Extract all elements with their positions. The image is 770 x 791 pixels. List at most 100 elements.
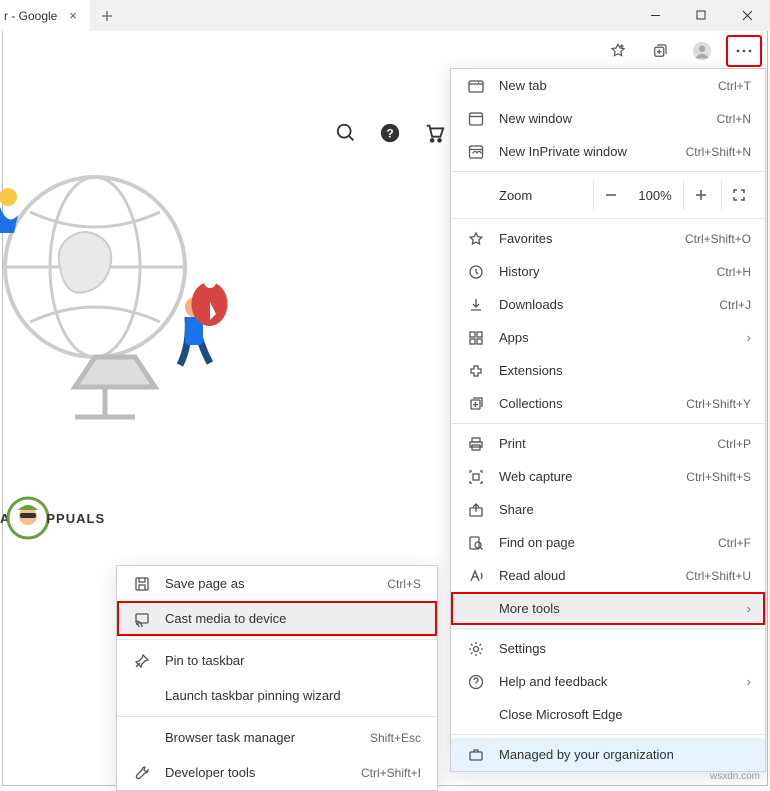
help-menu-icon <box>467 673 485 691</box>
menu-label: Share <box>499 502 751 517</box>
menu-managed-by-org[interactable]: Managed by your organization <box>451 738 765 771</box>
profile-icon[interactable] <box>684 35 720 67</box>
menu-label: Web capture <box>499 469 672 484</box>
cast-icon <box>133 610 151 628</box>
menu-label: History <box>499 264 703 279</box>
maximize-button[interactable] <box>678 0 724 31</box>
close-tab-icon[interactable]: × <box>66 9 80 23</box>
cart-icon[interactable] <box>423 122 445 144</box>
zoom-in-button[interactable] <box>683 180 717 210</box>
search-icon[interactable] <box>335 122 357 144</box>
submenu-pin-taskbar[interactable]: Pin to taskbar <box>117 643 437 678</box>
menu-collections[interactable]: Collections Ctrl+Shift+Y <box>451 387 765 420</box>
menu-label: New InPrivate window <box>499 144 672 159</box>
submenu-task-manager[interactable]: Browser task manager Shift+Esc <box>117 720 437 755</box>
menu-label: Find on page <box>499 535 704 550</box>
pin-icon <box>133 652 151 670</box>
favorites-icon[interactable] <box>600 35 636 67</box>
menu-downloads[interactable]: Downloads Ctrl+J <box>451 288 765 321</box>
submenu-developer-tools[interactable]: Developer tools Ctrl+Shift+I <box>117 755 437 790</box>
print-icon <box>467 435 485 453</box>
menu-web-capture[interactable]: Web capture Ctrl+Shift+S <box>451 460 765 493</box>
menu-shortcut: Ctrl+J <box>719 298 751 312</box>
menu-help[interactable]: Help and feedback › <box>451 665 765 698</box>
submenu-save-page[interactable]: Save page as Ctrl+S <box>117 566 437 601</box>
menu-shortcut: Ctrl+Shift+Y <box>686 397 751 411</box>
fullscreen-button[interactable] <box>721 180 755 210</box>
source-watermark: wsxdn.com <box>710 771 760 782</box>
submenu-label: Save page as <box>165 576 373 591</box>
menu-label: Favorites <box>499 231 671 246</box>
menu-find[interactable]: Find on page Ctrl+F <box>451 526 765 559</box>
menu-settings[interactable]: Settings <box>451 632 765 665</box>
close-window-button[interactable] <box>724 0 770 31</box>
menu-label: Downloads <box>499 297 705 312</box>
menu-print[interactable]: Print Ctrl+P <box>451 427 765 460</box>
menu-read-aloud[interactable]: Read aloud Ctrl+Shift+U <box>451 559 765 592</box>
menu-apps[interactable]: Apps › <box>451 321 765 354</box>
menu-new-tab[interactable]: New tab Ctrl+T <box>451 69 765 102</box>
chevron-right-icon: › <box>747 674 751 689</box>
menu-label: More tools <box>499 601 733 616</box>
menu-new-inprivate[interactable]: New InPrivate window Ctrl+Shift+N <box>451 135 765 168</box>
menu-label: Managed by your organization <box>499 747 751 762</box>
more-tools-submenu: Save page as Ctrl+S Cast media to device… <box>116 565 438 791</box>
read-aloud-icon <box>467 567 485 585</box>
menu-history[interactable]: History Ctrl+H <box>451 255 765 288</box>
star-icon <box>467 230 485 248</box>
menu-shortcut: Ctrl+Shift+O <box>685 232 751 246</box>
submenu-label: Cast media to device <box>165 611 421 626</box>
save-icon <box>133 575 151 593</box>
menu-shortcut: Ctrl+N <box>717 112 751 126</box>
find-icon <box>467 534 485 552</box>
page-content: ? A PPUALS Norge <box>0 72 450 632</box>
menu-shortcut: Ctrl+Shift+S <box>686 470 751 484</box>
inprivate-icon <box>467 143 485 161</box>
history-icon <box>467 263 485 281</box>
submenu-cast-media[interactable]: Cast media to device <box>117 601 437 636</box>
submenu-launch-pin-wizard[interactable]: Launch taskbar pinning wizard <box>117 678 437 713</box>
globe-illustration <box>0 152 260 432</box>
menu-more-tools[interactable]: More tools › <box>451 592 765 625</box>
menu-label: New window <box>499 111 703 126</box>
menu-favorites[interactable]: Favorites Ctrl+Shift+O <box>451 222 765 255</box>
tab-title: r - Google <box>4 9 66 23</box>
collections-icon[interactable] <box>642 35 678 67</box>
menu-new-window[interactable]: New window Ctrl+N <box>451 102 765 135</box>
chevron-right-icon: › <box>747 330 751 345</box>
chevron-right-icon: › <box>747 601 751 616</box>
submenu-label: Pin to taskbar <box>165 653 421 668</box>
more-menu-button[interactable] <box>726 35 762 67</box>
submenu-shortcut: Shift+Esc <box>370 731 421 745</box>
menu-label: Apps <box>499 330 733 345</box>
menu-label: Collections <box>499 396 672 411</box>
menu-label: Help and feedback <box>499 674 733 689</box>
menu-label: Print <box>499 436 703 451</box>
menu-shortcut: Ctrl+F <box>718 536 751 550</box>
menu-label: Close Microsoft Edge <box>499 707 751 722</box>
collections-menu-icon <box>467 395 485 413</box>
menu-shortcut: Ctrl+H <box>717 265 751 279</box>
new-tab-button[interactable] <box>90 0 124 31</box>
svg-text:?: ? <box>386 127 393 141</box>
browser-tab[interactable]: r - Google × <box>0 0 90 31</box>
menu-close-edge[interactable]: Close Microsoft Edge <box>451 698 765 731</box>
zoom-out-button[interactable] <box>593 180 627 210</box>
menu-share[interactable]: Share <box>451 493 765 526</box>
submenu-label: Browser task manager <box>165 730 356 745</box>
menu-label: Settings <box>499 641 751 656</box>
menu-shortcut: Ctrl+P <box>717 437 751 451</box>
menu-extensions[interactable]: Extensions <box>451 354 765 387</box>
extensions-icon <box>467 362 485 380</box>
submenu-label: Launch taskbar pinning wizard <box>165 688 421 703</box>
settings-menu: New tab Ctrl+T New window Ctrl+N New InP… <box>450 68 766 772</box>
apps-icon <box>467 329 485 347</box>
blank-icon <box>467 706 485 724</box>
minimize-button[interactable] <box>632 0 678 31</box>
menu-shortcut: Ctrl+T <box>718 79 751 93</box>
new-tab-icon <box>467 77 485 95</box>
help-icon[interactable]: ? <box>379 122 401 144</box>
appuals-watermark: A PPUALS <box>0 496 105 540</box>
menu-label: Read aloud <box>499 568 672 583</box>
toolbar <box>600 31 762 71</box>
